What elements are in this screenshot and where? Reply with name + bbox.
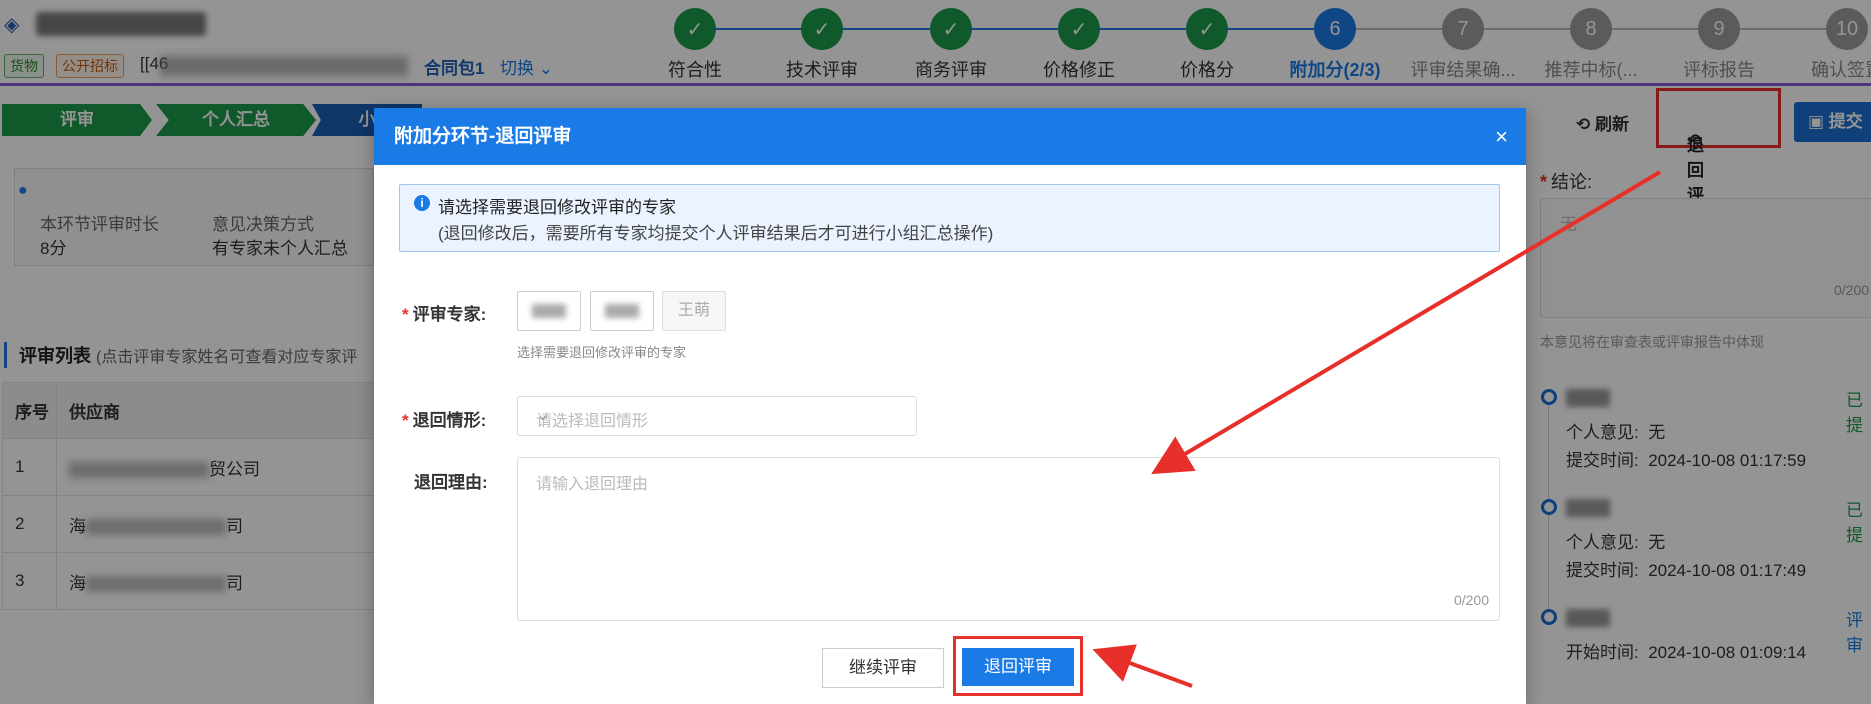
dialog-header: 附加分环节-退回评审 × [374,108,1526,165]
expert-hint: 选择需要退回修改评审的专家 [517,345,687,360]
retreat-confirm-button[interactable]: 退回评审 [962,648,1074,686]
expert-option-3[interactable]: 王萌 [662,291,726,331]
retreat-confirm-highlight: 退回评审 [953,636,1083,696]
close-icon[interactable]: × [1495,108,1508,165]
dialog-title: 附加分环节-退回评审 [394,126,572,147]
reason-count: 0/200 [1453,592,1489,608]
expert-option-1[interactable] [517,291,581,331]
situation-label: * 退回情形: [402,411,487,430]
chevron-down-icon: ⌄ [536,407,550,424]
expert-label: * 评审专家: [402,305,487,324]
tip-line-1: 请选择需要退回修改评审的专家 [438,198,676,217]
info-icon: i [414,195,430,211]
continue-review-button[interactable]: 继续评审 [822,648,944,688]
tip-line-2: (退回修改后，需要所有专家均提交个人评审结果后才可进行小组汇总操作) [438,224,994,243]
situation-select[interactable]: 请选择退回情形 ⌄ [517,396,917,436]
reason-placeholder: 请输入退回理由 [536,476,649,493]
reason-label: 退回理由: [414,473,488,492]
expert-option-2[interactable] [590,291,654,331]
retreat-review-dialog: 附加分环节-退回评审 × i 请选择需要退回修改评审的专家 (退回修改后，需要所… [374,108,1526,704]
info-tip: i 请选择需要退回修改评审的专家 (退回修改后，需要所有专家均提交个人评审结果后… [399,184,1500,252]
reason-textarea[interactable]: 请输入退回理由 0/200 [517,457,1500,621]
